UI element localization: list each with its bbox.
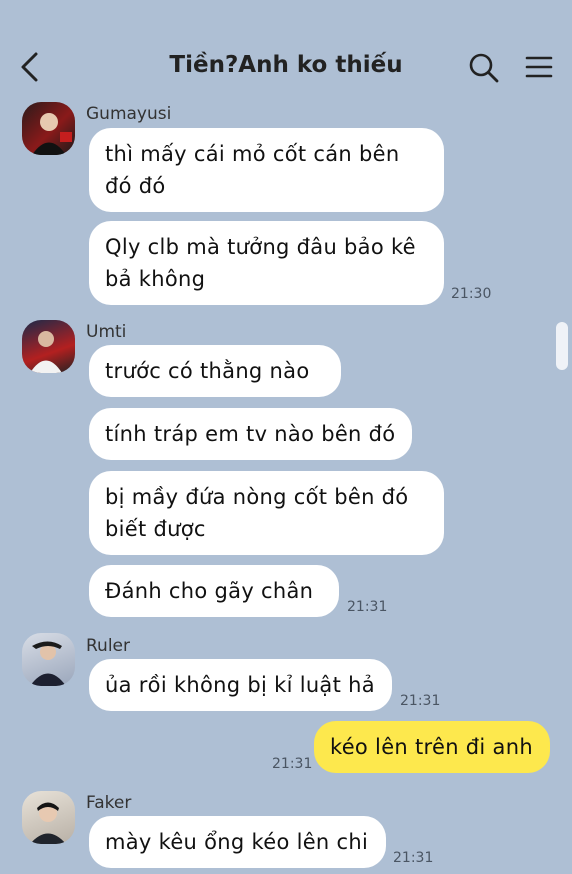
menu-button[interactable] — [522, 50, 556, 84]
message-bubble[interactable]: bị mầy đứa nòng cốt bên đó biết được — [89, 471, 444, 555]
message-bubble[interactable]: mày kêu ổng kéo lên chi — [89, 816, 386, 868]
message-bubble[interactable]: Qly clb mà tưởng đâu bảo kê bả không — [89, 221, 444, 305]
avatar-ruler[interactable] — [22, 633, 75, 686]
person-avatar-icon — [30, 331, 62, 373]
sender-name: Gumayusi — [86, 104, 172, 124]
search-button[interactable] — [466, 50, 500, 84]
message-time: 21:31 — [347, 599, 388, 615]
avatar-gumayusi[interactable] — [22, 102, 75, 155]
message-time: 21:30 — [451, 286, 492, 302]
message-bubble[interactable]: tính tráp em tv nào bên đó — [89, 408, 412, 460]
person-avatar-icon — [30, 802, 66, 844]
message-bubble[interactable]: Đánh cho gãy chân — [89, 565, 339, 617]
hamburger-menu-icon — [525, 56, 553, 78]
message-bubble[interactable]: ủa rồi không bị kỉ luật hả — [89, 659, 392, 711]
sender-name: Faker — [86, 793, 132, 813]
my-message-bubble[interactable]: kéo lên trên đi anh — [314, 721, 550, 773]
sender-name: Ruler — [86, 636, 130, 656]
message-time: 21:31 — [393, 850, 434, 866]
chat-header: Tiền?Anh ko thiếu — [0, 0, 572, 100]
message-time: 21:31 — [272, 756, 313, 772]
person-avatar-icon — [32, 113, 72, 155]
avatar-umti[interactable] — [22, 320, 75, 373]
person-avatar-icon — [30, 641, 66, 686]
sender-name: Umti — [86, 322, 127, 342]
avatar-faker[interactable] — [22, 791, 75, 844]
search-icon — [469, 53, 499, 83]
message-time: 21:31 — [400, 693, 441, 709]
message-bubble[interactable]: trước có thằng nào — [89, 345, 341, 397]
message-bubble[interactable]: thì mấy cái mỏ cốt cán bên đó đó — [89, 128, 444, 212]
scrollbar-thumb[interactable] — [556, 322, 568, 370]
